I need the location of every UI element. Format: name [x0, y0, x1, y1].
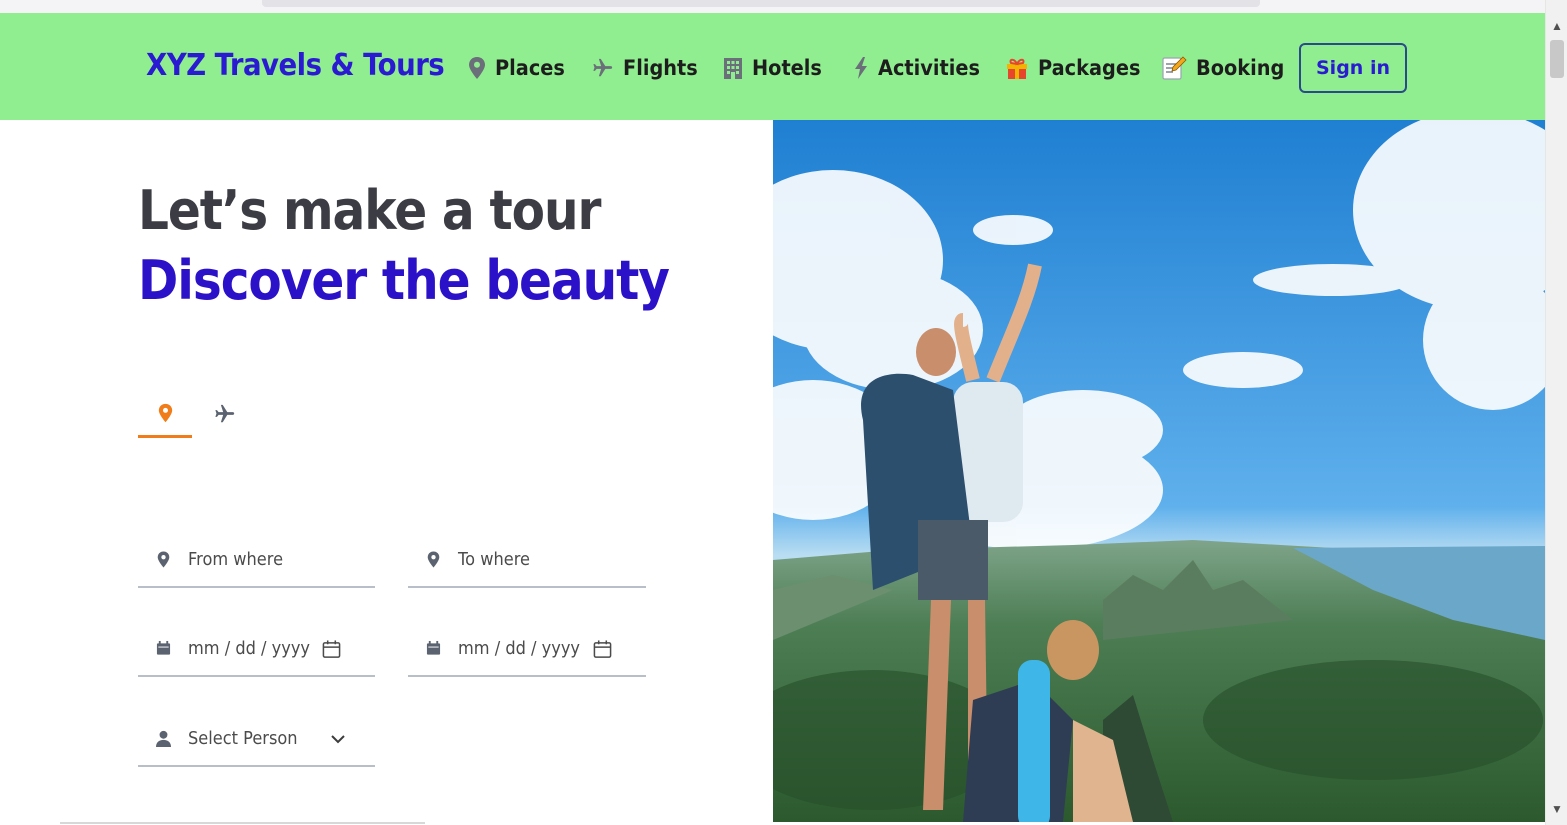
map-pin-icon [138, 551, 188, 568]
to-where-placeholder: To where [458, 548, 530, 570]
map-pin-icon [469, 57, 485, 79]
bottom-divider [60, 822, 425, 824]
nav-booking-label: Booking [1196, 56, 1285, 80]
nav-booking[interactable]: Booking [1161, 51, 1292, 85]
nav-activities-label: Activities [878, 56, 980, 80]
calendar-picker-icon[interactable] [593, 639, 612, 659]
departure-date-placeholder: mm / dd / yyyy [188, 637, 310, 659]
nav-hotels-label: Hotels [752, 56, 822, 80]
hero-title-line-2: Discover the beauty [138, 249, 670, 312]
sign-in-button[interactable]: Sign in [1299, 43, 1407, 93]
brand-logo[interactable]: XYZ Travels & Tours [146, 48, 445, 83]
hero-photo [773, 120, 1545, 822]
person-icon [138, 730, 188, 747]
gift-icon [1007, 58, 1027, 79]
to-where-field[interactable]: To where [408, 532, 646, 588]
tab-flights[interactable] [198, 390, 252, 438]
airplane-icon [215, 404, 235, 423]
return-date-placeholder: mm / dd / yyyy [458, 637, 580, 659]
select-person-placeholder: Select Person [188, 727, 298, 749]
departure-date-field[interactable]: mm / dd / yyyy [138, 621, 375, 677]
hero-headline: Let’s make a tour Discover the beauty [138, 176, 728, 316]
site-header: XYZ Travels & Tours Places Flights Hotel… [0, 13, 1545, 120]
select-person-dropdown[interactable]: Select Person [138, 711, 375, 767]
nav-packages-label: Packages [1038, 56, 1141, 80]
calendar-picker-icon[interactable] [322, 639, 341, 659]
map-pin-icon [158, 403, 172, 422]
nav-hotels[interactable]: Hotels [723, 51, 828, 85]
lightning-bolt-icon [855, 57, 867, 79]
tab-places[interactable] [138, 390, 192, 438]
vertical-scrollbar[interactable]: ▲ ▼ [1545, 0, 1567, 825]
nav-places[interactable]: Places [468, 51, 571, 85]
map-pin-icon [408, 551, 458, 568]
return-date-field[interactable]: mm / dd / yyyy [408, 621, 646, 677]
nav-packages[interactable]: Packages [1005, 51, 1149, 85]
hero-image-hikers [773, 120, 1545, 822]
calendar-icon [408, 640, 458, 656]
from-where-field[interactable]: From where [138, 532, 375, 588]
nav-activities[interactable]: Activities [853, 51, 989, 85]
browser-top-strip [0, 0, 1545, 13]
scrollbar-thumb[interactable] [1550, 40, 1564, 78]
scroll-up-arrow-icon[interactable]: ▲ [1546, 16, 1567, 36]
calendar-icon [138, 640, 188, 656]
airplane-icon [593, 58, 613, 77]
browser-top-bar [262, 0, 1260, 7]
hotel-building-icon [724, 58, 742, 79]
from-where-placeholder: From where [188, 548, 284, 570]
hero-title-line-1: Let’s make a tour [138, 179, 601, 242]
nav-places-label: Places [495, 56, 565, 80]
memo-icon [1162, 56, 1187, 80]
nav-flights-label: Flights [623, 56, 698, 80]
scroll-down-arrow-icon[interactable]: ▼ [1546, 799, 1567, 819]
nav-flights[interactable]: Flights [592, 51, 704, 85]
chevron-down-icon [331, 731, 345, 749]
